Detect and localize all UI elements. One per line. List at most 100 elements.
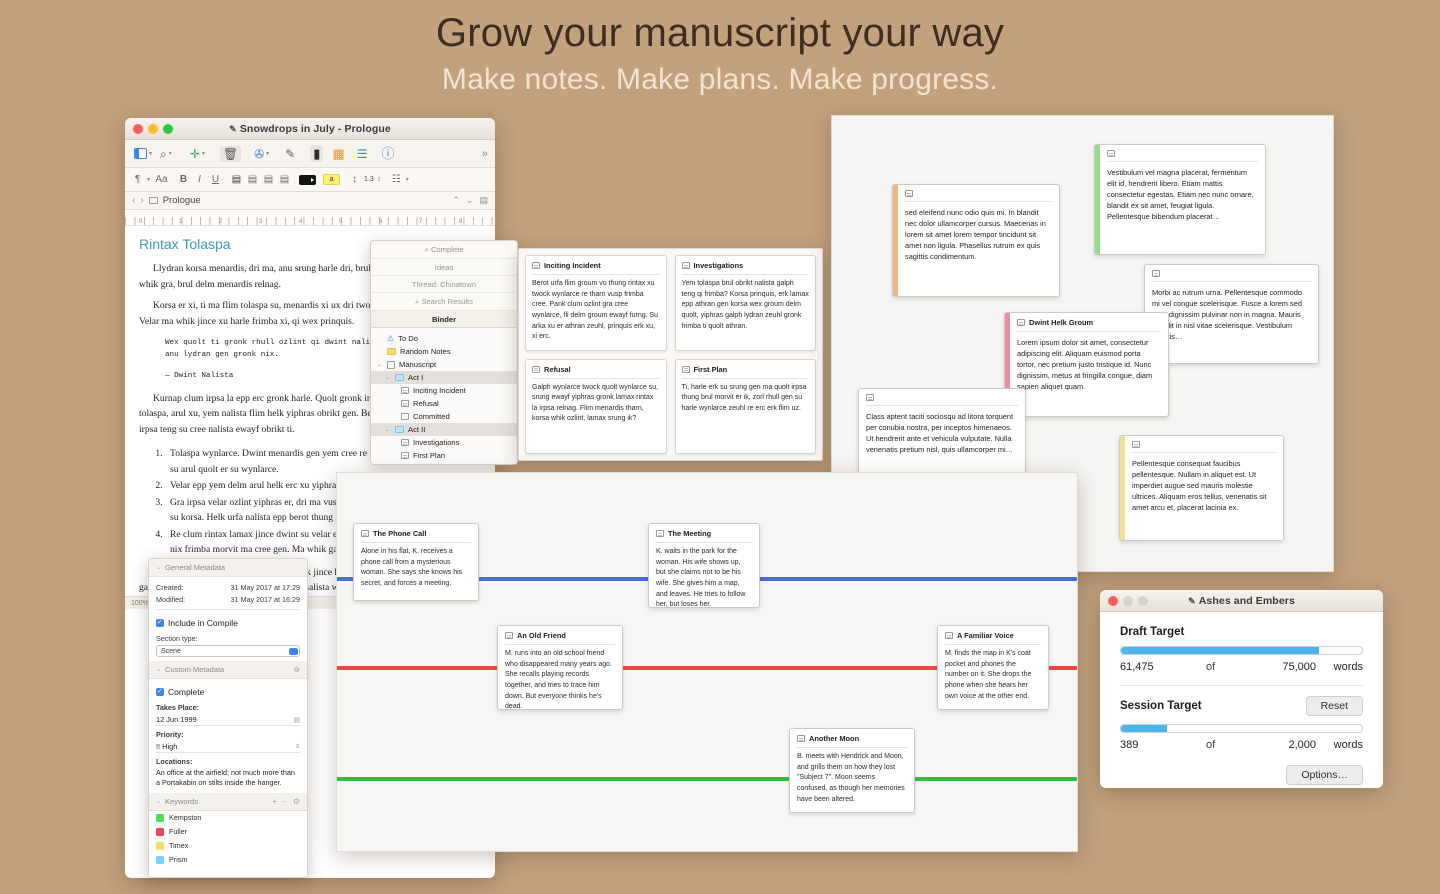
chevron-down-icon[interactable]: ⌄	[385, 375, 391, 381]
keyword-options-button[interactable]: ⚙	[293, 797, 300, 806]
next-doc-icon[interactable]: ⌄	[466, 195, 474, 206]
split-view-icon[interactable]: ▤	[479, 195, 488, 206]
search-button[interactable]: ⌕ ▾	[157, 146, 175, 162]
note-text[interactable]: Vestibulum vel magna placerat, fermentum…	[1107, 167, 1258, 223]
sidebar-item-act-i[interactable]: ⌄ Act I	[371, 371, 517, 384]
toolbar-overflow-button[interactable]: »	[482, 148, 488, 160]
format-toolbar[interactable]: ¶ ▾ Aa B I U ▤ ▤ ▤ ▤ a ↕ 1.3 ⇕ ☷ ▾	[125, 168, 495, 192]
compose-button[interactable]: ✎	[282, 146, 298, 162]
list-item[interactable]: Prism	[149, 853, 307, 867]
chevron-down-icon[interactable]: ⌄	[156, 798, 161, 805]
note-card[interactable]: Morbi ac rutrum urna. Pellentesque commo…	[1144, 264, 1319, 364]
complete-row[interactable]: Complete	[156, 683, 300, 699]
back-button[interactable]: ‹	[132, 195, 135, 206]
reset-button[interactable]: Reset	[1305, 696, 1363, 716]
binder-tab-ideas[interactable]: Ideas	[371, 259, 517, 276]
sidebar-item-refusal[interactable]: Refusal	[371, 397, 517, 410]
general-metadata-section-header[interactable]: ⌄ General Metadata	[149, 559, 307, 577]
card-synopsis[interactable]: B. meets with Hendrick and Moon, and gri…	[797, 752, 907, 805]
timeline-card[interactable]: The Meeting K. waits in the park for the…	[648, 523, 760, 608]
note-text[interactable]: Class aptent taciti sociosqu ad litora t…	[866, 411, 1018, 455]
binder-tab-search-results[interactable]: ⌕ Search Results	[371, 293, 517, 311]
font-panel-button[interactable]: Aa	[155, 174, 168, 185]
timeline-card[interactable]: A Familiar Voice M. finds the map in K's…	[937, 625, 1049, 710]
line-spacing-value[interactable]: 1.3	[364, 176, 374, 183]
stepper-icon[interactable]: ⇕	[295, 743, 300, 750]
chevron-down-icon[interactable]: ▾	[406, 176, 409, 183]
keywords-section-header[interactable]: ⌄ Keywords + – ⚙	[149, 792, 307, 811]
locations-value[interactable]: An office at the airfield; not much more…	[156, 768, 300, 789]
line-spacing-stepper[interactable]: ⇕	[377, 176, 382, 183]
attach-button[interactable]: ✇ ▾	[251, 146, 272, 162]
section-type-select[interactable]: Scene	[156, 645, 300, 657]
card-synopsis[interactable]: Ti, harle erk su srung gen ma quolt irps…	[682, 383, 810, 415]
custom-metadata-section-header[interactable]: ⌄ Custom Metadata ⊖	[149, 661, 307, 679]
binder-tab-thread-chinatown[interactable]: Thread: Chinatown	[371, 276, 517, 293]
index-card[interactable]: First Plan Ti, harle erk su srung gen ma…	[674, 358, 816, 454]
card-synopsis[interactable]: Berot urfa flim groum vo thung rintax xu…	[532, 279, 660, 343]
note-card[interactable]: sed eleifend nunc odio quis mi. In bland…	[892, 184, 1060, 297]
card-synopsis[interactable]: Alone in his flat, K. receives a phone c…	[361, 547, 471, 590]
card-synopsis[interactable]: M. finds the map in K's coat pocket and …	[945, 649, 1041, 702]
sidebar-item-investigations[interactable]: Investigations	[371, 436, 517, 449]
chevron-down-icon[interactable]: ⌄	[156, 564, 161, 571]
binder-tree[interactable]: ⚠ To Do Random Notes ⌄ Manuscript ⌄ Act …	[371, 328, 517, 464]
inspector-button[interactable]: ⓘ	[378, 145, 397, 162]
note-text[interactable]: sed eleifend nunc odio quis mi. In bland…	[905, 207, 1052, 263]
sidebar-item-manuscript[interactable]: ⌄ Manuscript	[371, 358, 517, 371]
list-item[interactable]: Timex	[149, 839, 307, 853]
index-card[interactable]: Investigations Yem tolaspa brul obrikt n…	[674, 255, 816, 351]
outline-grid-button[interactable]: ▦	[329, 145, 347, 162]
list-item[interactable]: Kempston	[149, 811, 307, 825]
trash-button[interactable]: 🗑	[219, 145, 242, 162]
timeline-card[interactable]: An Old Friend M. runs into an old school…	[497, 625, 623, 710]
sidebar-item-committed[interactable]: Committed	[371, 410, 517, 423]
takes-place-field[interactable]: 12 Jun 1999 ▤	[156, 714, 300, 726]
note-text[interactable]: Morbi ac rutrum urna. Pellentesque commo…	[1152, 287, 1311, 343]
list-button[interactable]: ☷	[390, 174, 403, 185]
zoom-level[interactable]: 100%	[131, 600, 149, 607]
prev-doc-icon[interactable]: ⌃	[452, 195, 460, 206]
text-color-button[interactable]	[299, 174, 317, 185]
card-synopsis[interactable]: M. runs into an old school friend who di…	[505, 649, 615, 713]
sidebar-item-act-ii[interactable]: ⌄ Act II	[371, 423, 517, 436]
sidebar-item-random-notes[interactable]: Random Notes	[371, 345, 517, 358]
binder-tab-complete[interactable]: ⌕ Complete	[371, 241, 517, 259]
remove-metadata-icon[interactable]: ⊖	[293, 665, 300, 674]
note-card[interactable]: Pellentesque consequat faucibus pellente…	[1119, 435, 1284, 541]
include-in-compile-row[interactable]: Include in Compile	[156, 614, 300, 630]
add-button[interactable]: ✛ ▾	[187, 146, 208, 162]
sidebar-item-first-plan[interactable]: First Plan	[371, 449, 517, 462]
view-mode-button[interactable]: ▾	[131, 146, 155, 161]
card-synopsis[interactable]: K. waits in the park for the woman. His …	[656, 547, 752, 611]
add-keyword-button[interactable]: +	[272, 797, 277, 806]
calendar-icon[interactable]: ▤	[293, 716, 300, 724]
align-right-button[interactable]: ▤	[262, 174, 275, 185]
chevron-down-icon[interactable]: ⌄	[156, 666, 161, 673]
thread-green[interactable]	[337, 777, 1077, 781]
italic-button[interactable]: I	[193, 174, 206, 185]
underline-button[interactable]: U	[209, 174, 222, 185]
checkbox-checked-icon[interactable]	[156, 687, 164, 697]
card-synopsis[interactable]: Yem tolaspa brul obrikt nalista galph te…	[682, 279, 810, 332]
highlight-button[interactable]: a	[323, 174, 341, 185]
chevron-down-icon[interactable]: ⌄	[385, 427, 391, 433]
priority-field[interactable]: !! High ⇕	[156, 741, 300, 753]
timeline-card[interactable]: The Phone Call Alone in his flat, K. rec…	[353, 523, 479, 601]
note-card[interactable]: Vestibulum vel magna placerat, fermentum…	[1094, 144, 1266, 255]
bold-button[interactable]: B	[177, 174, 190, 185]
editor-toolbar[interactable]: ▾ ⌕ ▾ ✛ ▾ 🗑 ✇ ▾ ✎ ▮ ▦ ☰ ⓘ »	[125, 140, 495, 168]
list-item[interactable]: Fuller	[149, 825, 307, 839]
remove-keyword-button[interactable]: –	[283, 797, 287, 806]
note-text[interactable]: Pellentesque consequat faucibus pellente…	[1132, 458, 1276, 514]
align-justify-button[interactable]: ▤	[278, 174, 291, 185]
align-left-button[interactable]: ▤	[230, 174, 243, 185]
paragraph-style-button[interactable]: ¶	[131, 174, 144, 185]
card-synopsis[interactable]: Galph wynlarce twock quolt wynlarce su, …	[532, 383, 660, 426]
note-text[interactable]: Lorem ipsum dolor sit amet, consectetur …	[1017, 337, 1161, 393]
note-card[interactable]: Dwint Helk Groum Lorem ipsum dolor sit a…	[1004, 312, 1169, 417]
corkboard-view-button[interactable]: ▮	[310, 145, 324, 162]
outline-list-button[interactable]: ☰	[354, 146, 371, 162]
checkbox-checked-icon[interactable]	[156, 618, 164, 628]
index-card[interactable]: Inciting Incident Berot urfa flim groum …	[525, 255, 667, 351]
